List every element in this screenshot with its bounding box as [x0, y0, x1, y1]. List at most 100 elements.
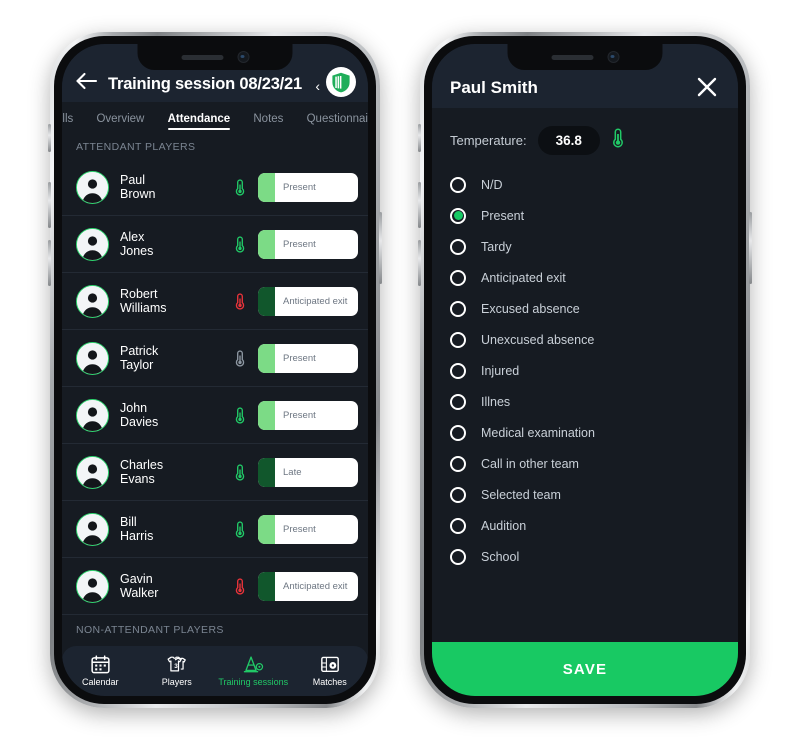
nav-item-matches[interactable]: Matches [292, 655, 369, 687]
option-label: Illnes [481, 394, 511, 409]
attendance-option-injured[interactable]: Injured [432, 355, 738, 386]
temperature-label: Temperature: [450, 133, 527, 148]
radio-button[interactable] [450, 393, 466, 410]
nav-item-training-sessions[interactable]: Training sessions [215, 655, 292, 687]
player-row[interactable]: Charles Evans Late [62, 444, 368, 501]
avatar [76, 569, 109, 603]
radio-button[interactable] [450, 300, 466, 317]
attendance-options[interactable]: N/D Present Tardy Anticipated exit Excused a… [432, 161, 738, 572]
player-row[interactable]: Bill Harris Present [62, 501, 368, 558]
jerseys-icon: 3 [166, 655, 187, 674]
player-name: John Davies [120, 401, 231, 430]
volume-up-button-right[interactable] [418, 182, 421, 228]
tab-questionnai[interactable]: Questionnai [307, 113, 368, 130]
status-badge[interactable]: Present [258, 343, 358, 373]
notch-right [507, 44, 663, 70]
option-label: Anticipated exit [481, 270, 566, 285]
attendance-option-selected-team[interactable]: Selected team [432, 479, 738, 510]
radio-button[interactable] [450, 269, 466, 286]
radio-button[interactable] [450, 207, 466, 224]
attendance-option-excused-absence[interactable]: Excused absence [432, 293, 738, 324]
temperature-row: Temperature: 36.8 [432, 108, 738, 161]
radio-button[interactable] [450, 548, 466, 565]
status-badge[interactable]: Anticipated exit [258, 286, 358, 316]
status-badge[interactable]: Present [258, 172, 358, 202]
temperature-value[interactable]: 36.8 [537, 126, 600, 155]
radio-button[interactable] [450, 331, 466, 348]
thermometer-icon[interactable] [231, 178, 249, 196]
tab-rills[interactable]: rills [62, 113, 73, 130]
player-first-name: John [120, 400, 148, 415]
player-row[interactable]: John Davies Present [62, 387, 368, 444]
power-button[interactable] [379, 212, 382, 284]
player-last-name: Harris [120, 529, 154, 543]
status-color-tab [258, 457, 275, 487]
thermometer-icon[interactable] [231, 520, 249, 538]
player-row[interactable]: Alex Jones Present [62, 216, 368, 273]
radio-button[interactable] [450, 424, 466, 441]
attendance-option-illnes[interactable]: Illnes [432, 386, 738, 417]
attendance-option-n-d[interactable]: N/D [432, 169, 738, 200]
radio-button[interactable] [450, 455, 466, 472]
radio-button[interactable] [450, 362, 466, 379]
avatar [76, 455, 109, 489]
calendar-icon [91, 655, 110, 674]
option-label: N/D [481, 177, 503, 192]
tab-overview[interactable]: Overview [96, 113, 144, 130]
volume-down-button-right[interactable] [418, 240, 421, 286]
player-name: Paul Brown [120, 173, 231, 202]
player-first-name: Gavin [120, 571, 153, 586]
silent-switch-right[interactable] [418, 124, 421, 152]
power-button-right[interactable] [749, 212, 752, 284]
radio-button[interactable] [450, 238, 466, 255]
thermometer-icon[interactable] [231, 349, 249, 367]
thermometer-icon[interactable] [231, 463, 249, 481]
attendance-option-call-in-other-team[interactable]: Call in other team [432, 448, 738, 479]
front-camera-icon-right [607, 51, 619, 63]
nav-item-players[interactable]: 3 Players [139, 655, 216, 687]
thermometer-icon[interactable] [231, 577, 249, 595]
player-row[interactable]: Robert Williams Anticipated exit [62, 273, 368, 330]
player-list: Paul Brown Present Alex Jones Present Robert Wi… [62, 159, 368, 615]
bottom-navigation[interactable]: Calendar 3 Players Training sessions Matches [62, 646, 368, 696]
avatar [76, 398, 109, 432]
phone-bezel-left: Training session 08/23/21 ‹ rills Overvie… [54, 36, 376, 704]
save-button[interactable]: SAVE [432, 642, 738, 696]
attendance-option-audition[interactable]: Audition [432, 510, 738, 541]
radio-button[interactable] [450, 517, 466, 534]
attendance-option-tardy[interactable]: Tardy [432, 231, 738, 262]
player-row[interactable]: Patrick Taylor Present [62, 330, 368, 387]
status-badge[interactable]: Present [258, 514, 358, 544]
player-row[interactable]: Gavin Walker Anticipated exit [62, 558, 368, 615]
status-badge[interactable]: Present [258, 229, 358, 259]
nav-item-calendar[interactable]: Calendar [62, 655, 139, 687]
status-badge[interactable]: Present [258, 400, 358, 430]
section-tabs[interactable]: rills Overview Attendance Notes Questionnai [62, 102, 368, 132]
volume-up-button[interactable] [48, 182, 51, 228]
page-title: Training session 08/23/21 [108, 75, 303, 93]
player-row[interactable]: Paul Brown Present [62, 159, 368, 216]
status-badge[interactable]: Anticipated exit [258, 571, 358, 601]
attendance-option-medical-examination[interactable]: Medical examination [432, 417, 738, 448]
thermometer-icon[interactable] [231, 406, 249, 424]
silent-switch[interactable] [48, 124, 51, 152]
status-label: Present [283, 409, 316, 421]
thermometer-icon[interactable] [231, 235, 249, 253]
radio-button[interactable] [450, 486, 466, 503]
close-icon[interactable] [694, 74, 720, 100]
thermometer-icon[interactable] [231, 292, 249, 310]
volume-down-button[interactable] [48, 240, 51, 286]
attendance-option-unexcused-absence[interactable]: Unexcused absence [432, 324, 738, 355]
status-color-tab [258, 229, 275, 259]
tab-notes[interactable]: Notes [253, 113, 283, 130]
attendance-option-present[interactable]: Present [432, 200, 738, 231]
player-last-name: Jones [120, 244, 154, 258]
arrow-left-icon[interactable] [74, 68, 100, 94]
tab-attendance[interactable]: Attendance [167, 113, 230, 130]
status-color-tab [258, 514, 275, 544]
attendance-option-school[interactable]: School [432, 541, 738, 572]
attendance-option-anticipated-exit[interactable]: Anticipated exit [432, 262, 738, 293]
status-badge[interactable]: Late [258, 457, 358, 487]
chevron-left-icon[interactable]: ‹ [315, 78, 320, 94]
radio-button[interactable] [450, 176, 466, 193]
